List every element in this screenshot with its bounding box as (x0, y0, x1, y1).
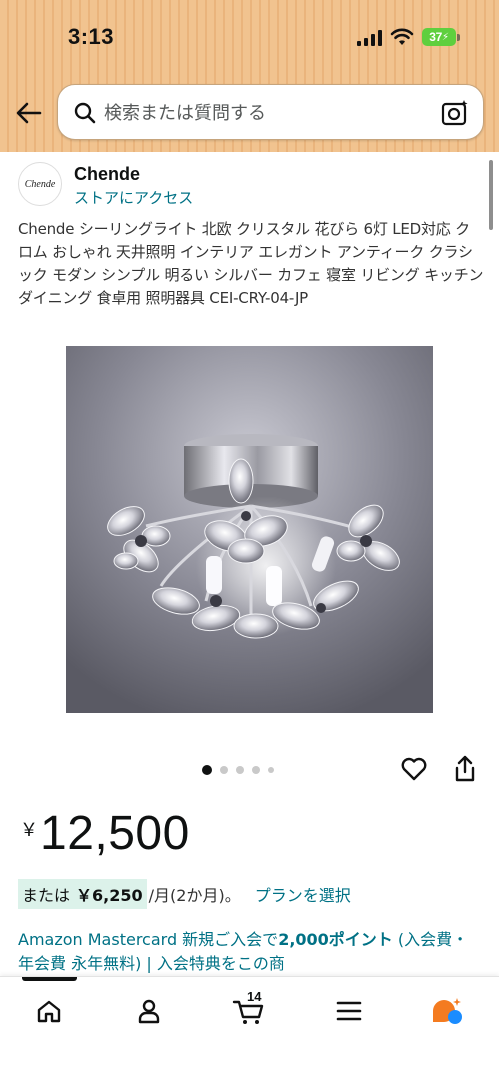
cellular-signal-icon (357, 30, 382, 46)
hamburger-icon (336, 1001, 362, 1021)
status-bar: 3:13 37 ⚡ (0, 0, 499, 70)
store-name: Chende (74, 164, 141, 184)
home-icon (37, 1000, 61, 1023)
price-currency-symbol: ￥ (20, 820, 38, 840)
search-icon (74, 102, 96, 124)
price-amount: 12,500 (40, 807, 190, 860)
store-logo-text: Chende (24, 178, 56, 190)
promo-text-1: Amazon Mastercard 新規ご入会で (18, 930, 279, 949)
product-image-chandelier[interactable] (66, 346, 433, 713)
active-tab-indicator (22, 977, 77, 981)
rufus-ai-icon (433, 998, 462, 1024)
status-time: 3:13 (68, 24, 115, 49)
visit-store-link[interactable]: ストアにアクセス (74, 187, 193, 208)
product-title[interactable]: Chende シーリングライト 北欧 クリスタル 花びら 6灯 LED対応 クロ… (18, 218, 484, 310)
mastercard-promo-link[interactable]: Amazon Mastercard 新規ご入会で2,000ポイント (入会費・年… (18, 928, 484, 976)
installment-badge: または ￥6,250 (18, 879, 147, 909)
search-input[interactable] (104, 99, 424, 127)
heart-icon[interactable] (400, 755, 428, 783)
nav-account[interactable] (127, 991, 171, 1031)
store-row: Chende Chende ストアにアクセス (0, 160, 499, 212)
battery-level: 37 (429, 30, 442, 44)
battery-indicator: 37 ⚡ (422, 28, 456, 46)
image-carousel-dots[interactable] (202, 764, 274, 776)
installment-row: または ￥6,250 /月(2か月)。 プランを選択 (18, 879, 351, 909)
camera-lens-icon[interactable] (440, 98, 470, 128)
nav-menu[interactable] (327, 991, 371, 1031)
wifi-icon (390, 28, 414, 45)
installment-prefix: または (22, 886, 71, 905)
carousel-dot[interactable] (220, 766, 228, 774)
carousel-dot-active[interactable] (202, 765, 212, 775)
select-plan-link[interactable]: プランを選択 (255, 882, 351, 906)
store-logo[interactable]: Chende (18, 162, 62, 206)
promo-bold-points: 2,000ポイント (278, 930, 393, 949)
carousel-dot[interactable] (236, 766, 244, 774)
back-arrow-icon[interactable] (14, 98, 44, 128)
bottom-navigation: 14 (0, 976, 499, 1080)
carousel-dot[interactable] (252, 766, 260, 774)
installment-suffix: /月(2か月)。 (148, 886, 241, 905)
nav-home[interactable] (27, 991, 71, 1031)
carousel-dot[interactable] (268, 767, 274, 773)
cart-count: 14 (247, 989, 262, 1004)
person-icon (138, 999, 160, 1024)
nav-cart[interactable]: 14 (227, 989, 271, 1031)
app-header: 3:13 37 ⚡ (0, 0, 499, 152)
installment-amount: ￥6,250 (76, 886, 143, 905)
search-bar[interactable] (57, 84, 484, 140)
battery-tip (457, 34, 460, 41)
scroll-indicator (489, 160, 493, 230)
share-icon[interactable] (452, 754, 478, 784)
nav-rufus[interactable] (425, 991, 469, 1031)
